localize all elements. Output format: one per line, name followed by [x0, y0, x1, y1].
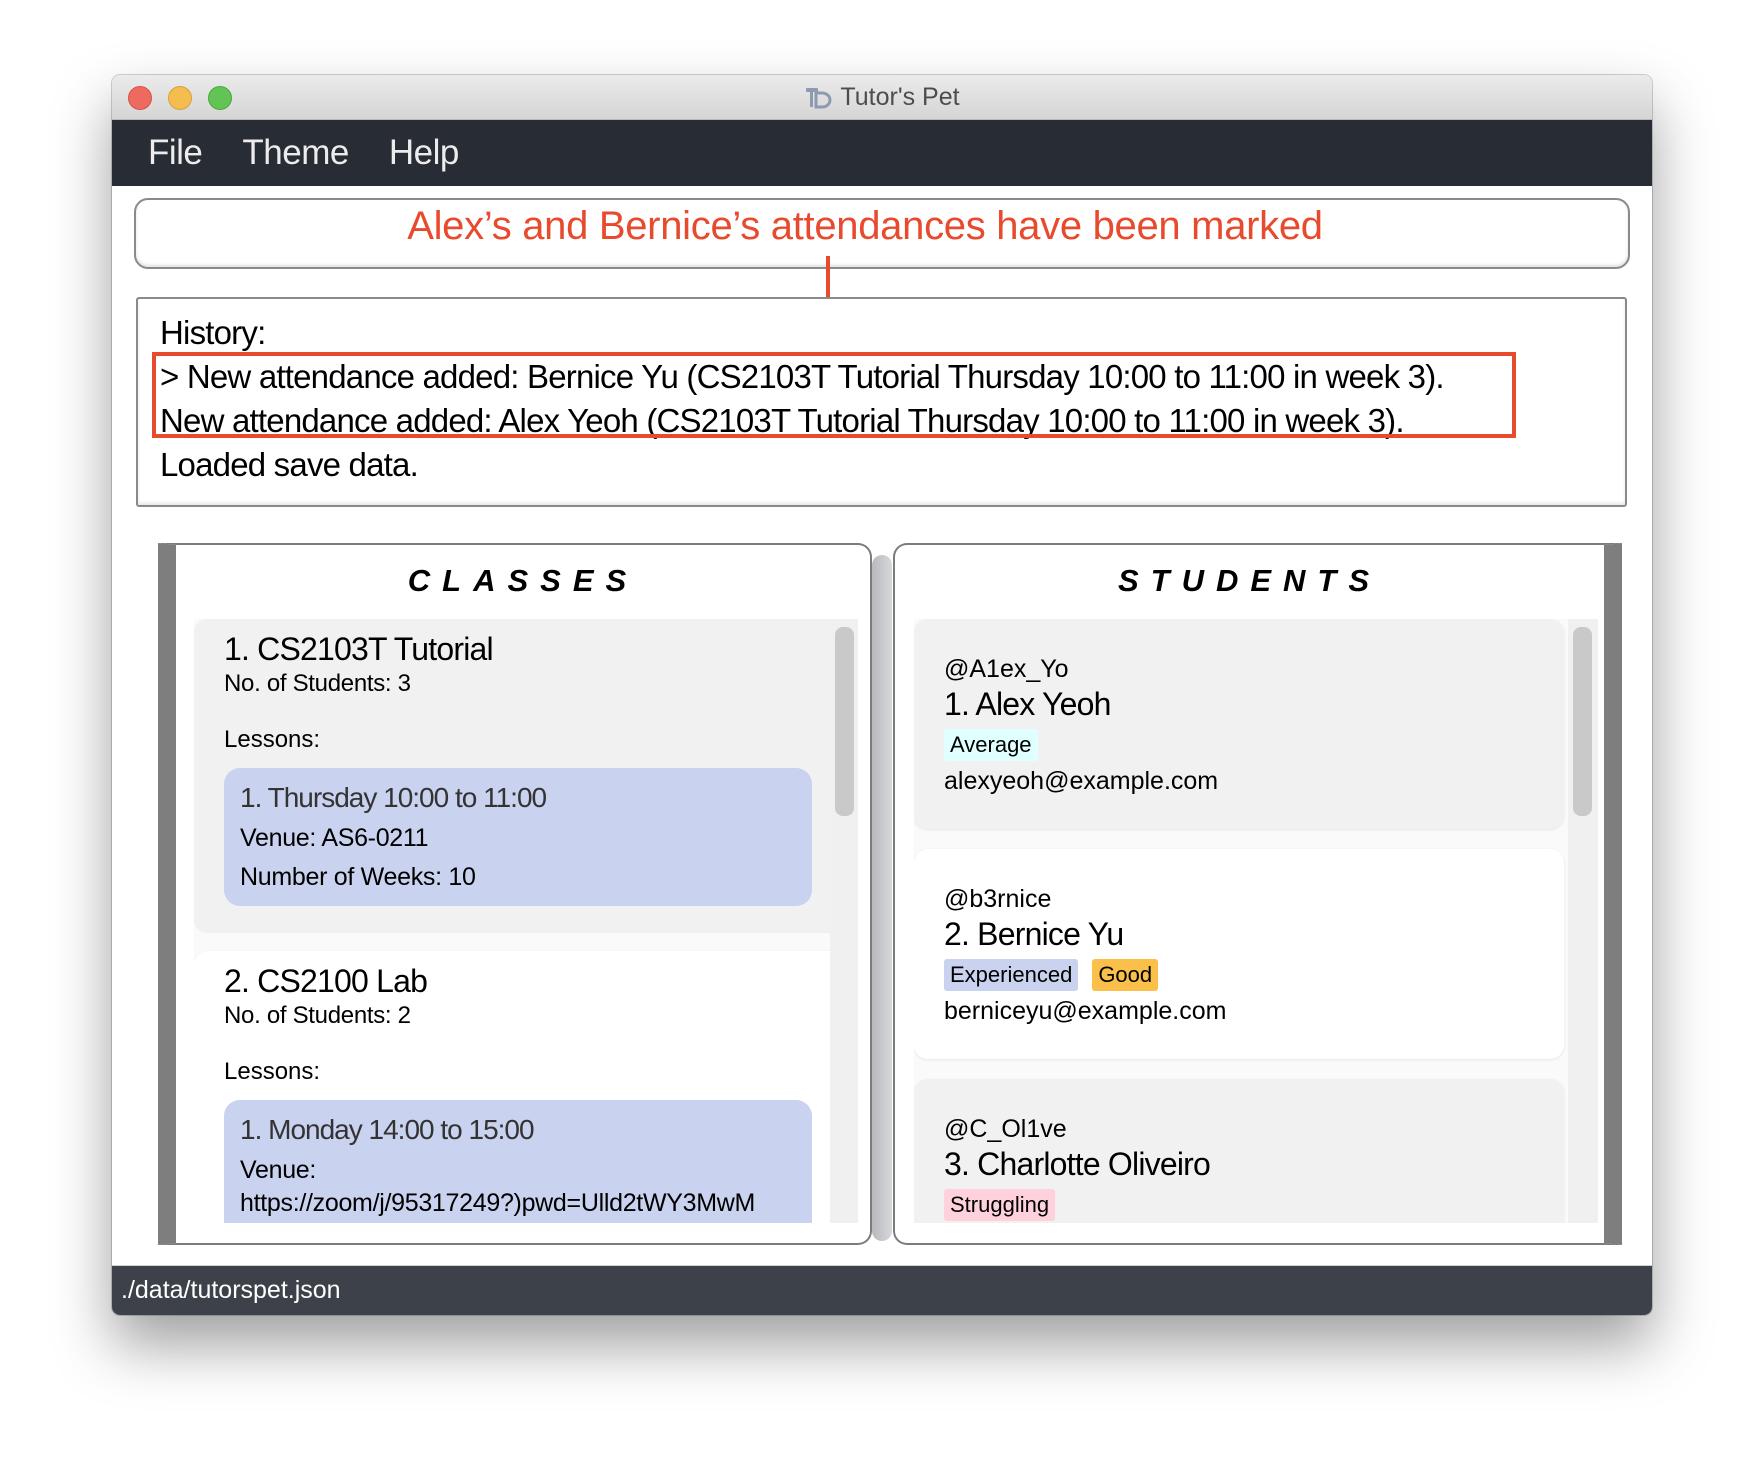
menu-file[interactable]: File	[148, 133, 203, 173]
student-handle: @C_Ol1ve	[944, 1115, 1067, 1143]
classes-list[interactable]: 1. CS2103T Tutorial No. of Students: 3 L…	[194, 619, 858, 1223]
tag-average: Average	[944, 729, 1038, 761]
status-bar: ./data/tutorspet.json	[112, 1265, 1652, 1315]
lesson-title: 1. Monday 14:00 to 15:00	[240, 1114, 535, 1145]
tutors-pet-logo-icon	[806, 87, 832, 108]
classes-scrollbar[interactable]	[830, 619, 858, 1223]
lesson-venue-url: https://zoom/j/95317249?)pwd=Ulld2tWY3Mw…	[240, 1189, 756, 1217]
student-handle: @A1ex_Yo	[944, 655, 1069, 683]
student-email: berniceyu@example.com	[944, 997, 1227, 1025]
student-name: 3. Charlotte Oliveiro	[944, 1146, 1211, 1182]
window-title: Tutor's Pet	[840, 83, 960, 111]
class-student-count: No. of Students: 3	[224, 670, 411, 697]
students-panel: STUDENTS @A1ex_Yo 1. Alex Yeoh Average a…	[893, 543, 1622, 1245]
student-card[interactable]: @C_Ol1ve 3. Charlotte Oliveiro Strugglin…	[914, 1079, 1564, 1223]
history-entry: Loaded save data.	[160, 446, 419, 483]
tag-struggling: Struggling	[944, 1189, 1056, 1221]
student-name: 1. Alex Yeoh	[944, 686, 1111, 722]
title-bar: Tutor's Pet	[112, 75, 1652, 120]
app-window: Tutor's Pet File Theme Help Alex’s and B…	[112, 75, 1652, 1315]
lessons-label: Lessons:	[224, 1058, 321, 1085]
tag-experienced: Experienced	[944, 959, 1079, 991]
students-panel-title: STUDENTS	[1117, 563, 1382, 598]
history-heading: History:	[160, 314, 266, 351]
classes-panel: CLASSES 1. CS2103T Tutorial No. of Stude…	[158, 543, 872, 1245]
students-list[interactable]: @A1ex_Yo 1. Alex Yeoh Average alexyeoh@e…	[914, 619, 1598, 1223]
lessons-label: Lessons:	[224, 726, 321, 753]
student-handle: @b3rnice	[944, 885, 1052, 913]
tag-good: Good	[1092, 959, 1159, 991]
lesson-card[interactable]: 1. Thursday 10:00 to 11:00 Venue: AS6-02…	[224, 768, 812, 906]
student-card[interactable]: @A1ex_Yo 1. Alex Yeoh Average alexyeoh@e…	[914, 619, 1564, 829]
class-card[interactable]: 2. CS2100 Lab No. of Students: 2 Lessons…	[194, 951, 844, 1223]
student-card[interactable]: @b3rnice 2. Bernice Yu Experienced Good …	[914, 849, 1564, 1059]
students-scrollbar[interactable]	[1568, 619, 1598, 1223]
lesson-venue: Venue: AS6-0211	[240, 824, 429, 852]
menu-bar: File Theme Help	[112, 120, 1652, 186]
split-pane-divider[interactable]	[872, 555, 892, 1241]
student-name: 2. Bernice Yu	[944, 916, 1124, 952]
class-student-count: No. of Students: 2	[224, 1002, 411, 1029]
classes-panel-title: CLASSES	[407, 563, 639, 598]
classes-scrollbar-thumb[interactable]	[835, 627, 854, 816]
menu-theme[interactable]: Theme	[242, 133, 349, 173]
students-scrollbar-thumb[interactable]	[1573, 627, 1592, 816]
window-title-group: Tutor's Pet	[112, 75, 1652, 120]
student-tags: Average	[944, 729, 1534, 761]
class-card[interactable]: 1. CS2103T Tutorial No. of Students: 3 L…	[194, 619, 844, 931]
menu-help[interactable]: Help	[389, 133, 459, 173]
lesson-weeks: Number of Weeks: 10	[240, 863, 476, 891]
class-title: 2. CS2100 Lab	[224, 963, 428, 999]
student-tags: Experienced Good	[944, 959, 1534, 991]
lesson-title: 1. Thursday 10:00 to 11:00	[240, 782, 547, 813]
class-title: 1. CS2103T Tutorial	[224, 631, 494, 667]
lesson-card[interactable]: 1. Monday 14:00 to 15:00 Venue: https://…	[224, 1100, 812, 1223]
student-email: alexyeoh@example.com	[944, 767, 1219, 795]
lesson-venue: Venue:	[240, 1156, 317, 1184]
annotation-caption: Alex’s and Bernice’s attendances have be…	[407, 203, 1323, 248]
annotation-highlight-box	[152, 352, 1516, 438]
student-tags: Struggling	[944, 1189, 1534, 1221]
save-file-path: ./data/tutorspet.json	[121, 1276, 341, 1304]
